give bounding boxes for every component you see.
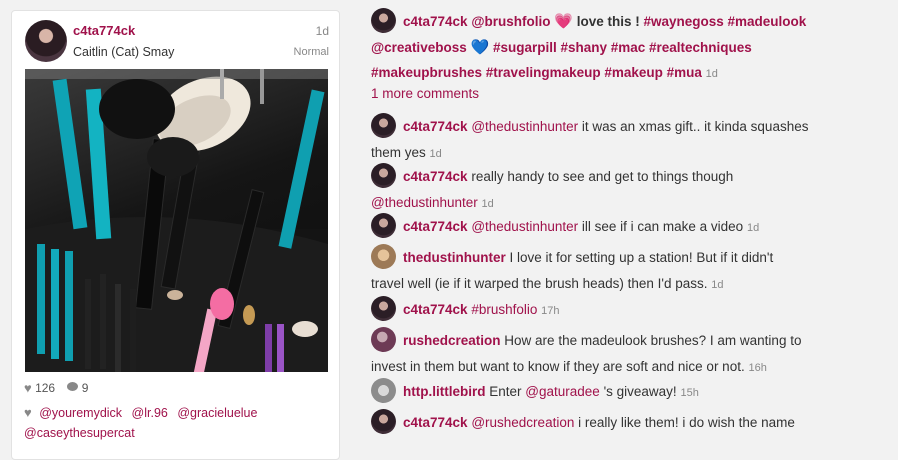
post-time: 1d [315,24,329,38]
comment-text: How are the madeulook brushes? I am want… [504,333,802,348]
tagged-user[interactable]: @lr.96 [132,406,168,420]
post-stats: ♥ 126 9 [24,380,88,395]
comment-item: http.littlebird Enter @gaturadee 's give… [371,377,898,406]
avatar[interactable] [25,20,67,62]
tagged-user[interactable]: @caseythesupercat [24,426,135,440]
hashtag-link[interactable]: #sugarpill #shany #mac #realtechniques [493,40,752,55]
avatar[interactable] [371,295,396,321]
comment-text: them yes [371,144,426,160]
comment-text: i really like them! i do wish the name [574,415,795,430]
comment-time: 17h [541,305,560,317]
avatar[interactable] [371,212,396,238]
avatar[interactable] [371,243,396,269]
liked-by-list: ♥ @youremydick @lr.96 @gracieluelue @cas… [24,403,334,443]
comment-item: rushedcreation How are the madeulook bru… [371,326,898,381]
comment-time: 1d [705,67,718,80]
caption-text: love this ! [576,14,640,29]
comment-username[interactable]: c4ta774ck [403,119,468,134]
comment-text: Enter [489,384,522,399]
comment-text: invest in them but want to know if they … [371,358,745,374]
comment-bubble-icon[interactable] [67,382,79,392]
comment-username[interactable]: c4ta774ck [403,219,468,234]
hashtag-link[interactable]: #waynegoss #madeulook [643,14,806,29]
post-photo[interactable] [25,69,328,372]
blue-heart-icon: 💙 [470,38,490,56]
comment-text: it was an xmas gift.. it kinda squashes [578,119,809,134]
comment-text: I love it for setting up a station! But … [509,250,774,265]
hashtag-link[interactable]: #makeupbrushes #travelingmakeup #makeup … [371,65,702,80]
comment-time: 1d [429,147,442,160]
comment-item: thedustinhunter I love it for setting up… [371,243,898,298]
mention-link[interactable]: @thedustinhunter [471,219,578,234]
comment-item: c4ta774ck #brushfolio 17h [371,295,898,324]
post-filter: Normal [293,46,329,58]
comment-time: 16h [748,361,767,374]
mention-link[interactable]: @creativeboss [371,40,467,55]
post-full-name: Caitlin (Cat) Smay [73,45,175,59]
comment-item: c4ta774ck @thedustinhunter ill see if i … [371,212,898,241]
comment-text: ill see if i can make a video [578,219,744,234]
comment-username[interactable]: c4ta774ck [403,415,468,430]
comment-time: 1d [711,278,724,291]
avatar[interactable] [371,7,396,33]
caption: c4ta774ck @brushfolio 💗 love this ! #way… [371,7,898,87]
comment-text: 's giveaway! [599,384,677,399]
mention-link[interactable]: @thedustinhunter [371,195,478,210]
comment-text: really handy to see and get to things th… [471,169,734,184]
tagged-user[interactable]: @youremydick [39,406,122,420]
comment-username[interactable]: rushedcreation [403,333,501,348]
comment-item: c4ta774ck @rushedcreation i really like … [371,408,898,436]
comment-username[interactable]: c4ta774ck [403,302,468,317]
comment-username[interactable]: c4ta774ck [403,14,468,29]
post-username[interactable]: c4ta774ck [73,23,135,38]
avatar[interactable] [371,112,396,138]
comment-item: c4ta774ck @thedustinhunter it was an xma… [371,112,898,167]
mention-link[interactable]: @thedustinhunter [471,119,578,134]
hashtag-link[interactable]: #brushfolio [471,302,537,317]
avatar[interactable] [371,377,396,403]
comment-time: 1d [746,222,760,234]
more-comments-link[interactable]: 1 more comments [371,86,479,101]
like-count: 126 [35,380,56,395]
comment-time: 1d [481,197,494,210]
mention-link[interactable]: @brushfolio [471,14,550,29]
avatar[interactable] [371,162,396,188]
pink-heart-icon: 💗 [554,13,573,30]
heart-icon: ♥ [24,405,32,420]
avatar[interactable] [371,326,396,352]
comment-item: c4ta774ck really handy to see and get to… [371,162,898,217]
post-card: c4ta774ck 1d Caitlin (Cat) Smay Normal ♥… [11,10,340,460]
comment-username[interactable]: c4ta774ck [403,169,468,184]
avatar[interactable] [371,408,396,434]
comment-username[interactable]: http.littlebird [403,384,485,399]
tagged-user[interactable]: @gracieluelue [177,406,257,420]
comment-count: 9 [81,380,89,395]
comment-text: travel well (ie if it warped the brush h… [371,275,708,291]
comment-time: 15h [680,387,699,399]
mention-link[interactable]: @gaturadee [525,384,600,399]
heart-icon[interactable]: ♥ [24,380,32,395]
mention-link[interactable]: @rushedcreation [471,415,574,430]
comment-username[interactable]: thedustinhunter [403,250,506,265]
